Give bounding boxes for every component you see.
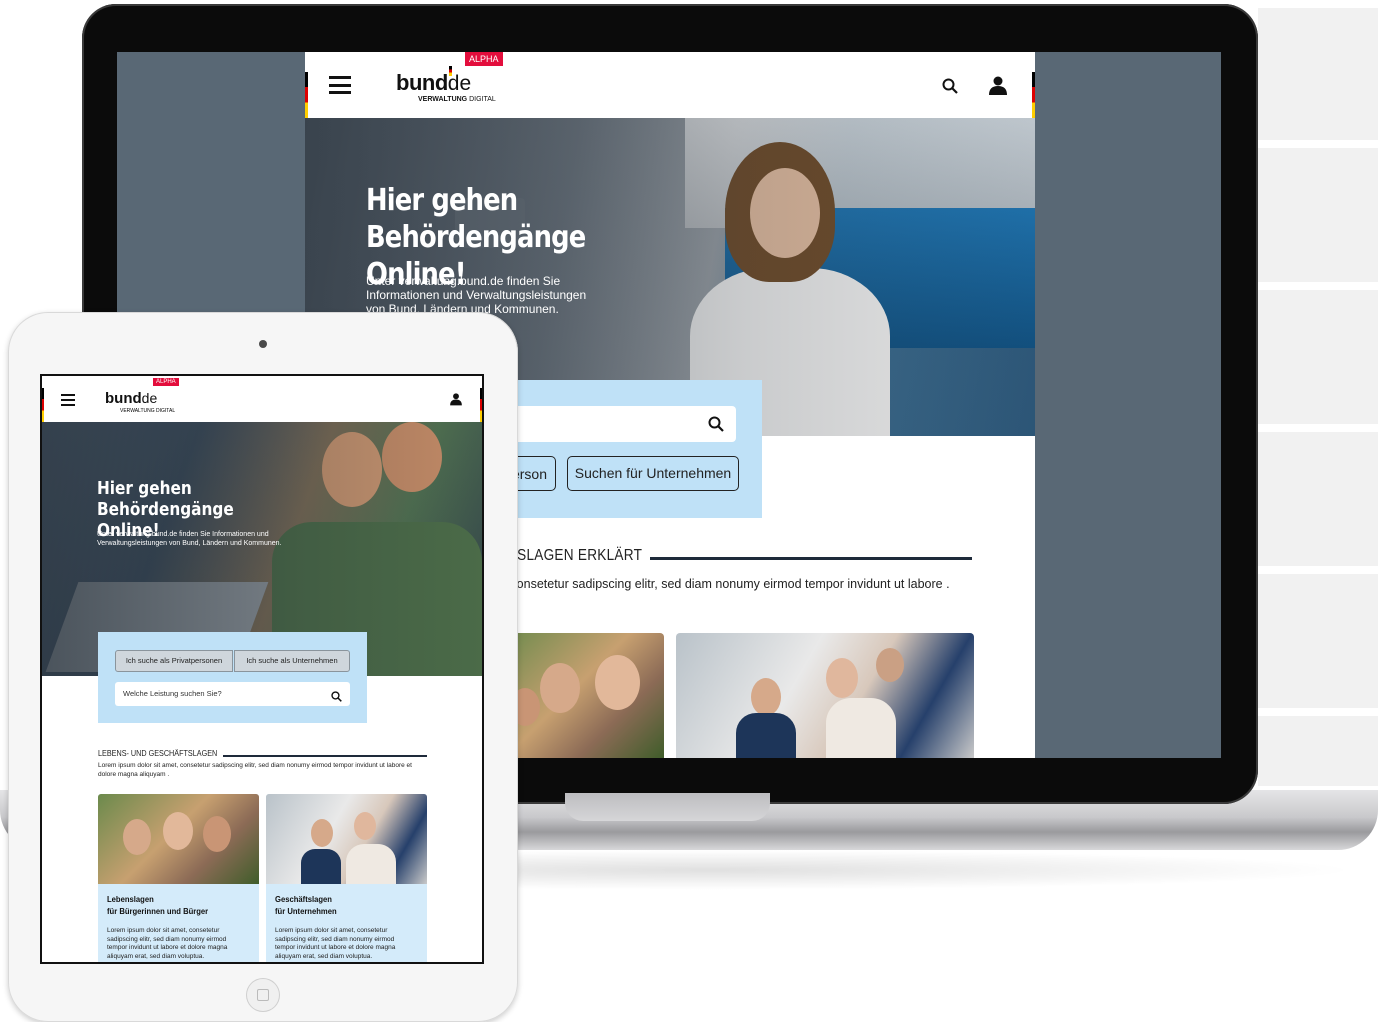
alpha-badge: ALPHA xyxy=(153,378,179,386)
card-image xyxy=(266,794,427,884)
background-panel xyxy=(1258,148,1378,282)
laptop-notch xyxy=(565,793,770,821)
hero-text: Unter verwaltung.bund.de finden Sie Info… xyxy=(366,274,587,316)
card-image-lebenslagen[interactable] xyxy=(500,633,664,758)
background-panel xyxy=(1258,716,1378,786)
user-icon[interactable] xyxy=(989,76,1007,101)
card-image-geschaeftslagen[interactable] xyxy=(676,633,974,758)
search-icon[interactable] xyxy=(708,416,724,437)
section-title: FTSLAGEN ERKLÄRT xyxy=(500,547,643,564)
logo-bund: bund xyxy=(105,390,142,407)
section-rule xyxy=(223,755,427,757)
card-text: Lorem ipsum dolor sit amet, consetetur s… xyxy=(275,927,396,960)
search-business-button[interactable]: Ich suche als Unternehmen xyxy=(234,650,350,672)
search-icon[interactable] xyxy=(942,78,958,99)
card-title: Lebenslagen für Bürgerinnen und Bürger xyxy=(107,894,209,916)
hero-text: Unter verwaltung.bund.de finden Sie Info… xyxy=(97,531,282,547)
section-title: LEBENS- UND GESCHÄFTSLAGEN xyxy=(98,748,218,758)
menu-icon[interactable] xyxy=(61,394,75,406)
logo-subtitle: VERWALTUNG DIGITAL xyxy=(120,408,176,414)
section-rule xyxy=(650,557,972,560)
background-panel xyxy=(1258,432,1378,566)
section-text: t, consetetur sadipscing elitr, sed diam… xyxy=(500,577,950,591)
section-text: Lorem ipsum dolor sit amet, consetetur s… xyxy=(98,762,412,778)
search-placeholder: Welche Leistung suchen Sie? xyxy=(123,689,222,698)
flag-stripe xyxy=(480,388,482,422)
flag-stripe xyxy=(1032,72,1035,118)
menu-icon[interactable] xyxy=(329,76,351,94)
search-input[interactable] xyxy=(500,406,736,442)
camera-icon xyxy=(259,340,267,348)
background-panel xyxy=(1258,574,1378,708)
flag-stripe xyxy=(42,388,44,422)
search-private-button[interactable]: Ich suche als Privatpersonen xyxy=(115,650,233,672)
tablet-website: bundde VERWALTUNG DIGITAL ALPHA Hier geh… xyxy=(40,374,484,964)
search-input[interactable]: Welche Leistung suchen Sie? xyxy=(115,682,350,706)
user-icon[interactable] xyxy=(450,393,462,411)
background-panel xyxy=(1258,290,1378,424)
alpha-badge: ALPHA xyxy=(465,52,503,66)
background-panel xyxy=(1258,8,1378,140)
home-button-icon[interactable] xyxy=(246,978,280,1012)
flag-stripe xyxy=(305,72,308,118)
search-icon[interactable] xyxy=(331,688,342,712)
card-image xyxy=(98,794,259,884)
logo[interactable]: bundde VERWALTUNG DIGITAL xyxy=(105,390,175,414)
card-text: Lorem ipsum dolor sit amet, consetetur s… xyxy=(107,927,228,960)
card-lebenslagen[interactable]: Lebenslagen für Bürgerinnen und Bürger Lo… xyxy=(98,794,259,962)
site-header: bundde VERWALTUNG DIGITAL ALPHA xyxy=(42,376,482,422)
site-header: bundde VERWALTUNG DIGITAL ALPHA xyxy=(305,52,1035,118)
card-geschaeftslagen[interactable]: Geschäftslagen für Unternehmen Lorem ipsu… xyxy=(266,794,427,962)
logo[interactable]: bundde VERWALTUNG DIGITAL xyxy=(396,66,496,103)
logo-flag-mark xyxy=(449,66,452,76)
search-business-button[interactable]: Suchen für Unternehmen xyxy=(567,456,739,491)
card-title: Geschäftslagen für Unternehmen xyxy=(275,894,337,916)
logo-de: de xyxy=(141,390,158,406)
search-panel xyxy=(98,632,367,723)
search-panel xyxy=(500,380,762,518)
logo-bund: bund xyxy=(396,70,448,95)
logo-subtitle: VERWALTUNG DIGITAL xyxy=(418,96,496,103)
